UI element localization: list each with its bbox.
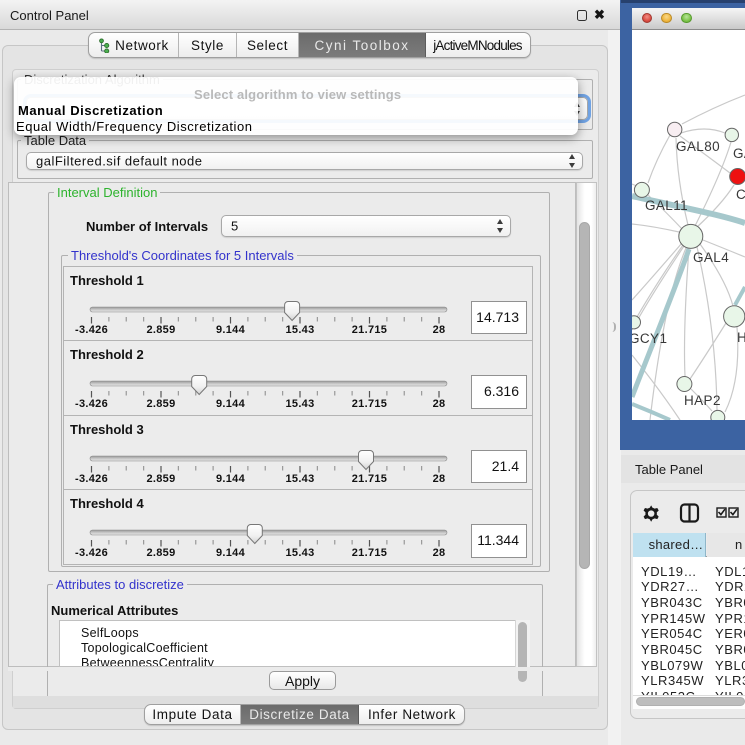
svg-text:21.715: 21.715	[352, 398, 387, 410]
svg-text:9.144: 9.144	[216, 473, 246, 485]
svg-text:-3.426: -3.426	[75, 473, 108, 485]
svg-text:21.715: 21.715	[352, 547, 387, 559]
svg-text:9.144: 9.144	[216, 398, 246, 410]
svg-text:9.144: 9.144	[216, 324, 246, 336]
svg-text:C: C	[736, 187, 745, 202]
svg-text:28: 28	[433, 398, 446, 410]
svg-text:GAL80: GAL80	[676, 139, 720, 154]
svg-text:15.43: 15.43	[285, 473, 314, 485]
svg-text:9.144: 9.144	[216, 547, 246, 559]
svg-text:2.859: 2.859	[146, 324, 175, 336]
svg-text:15.43: 15.43	[285, 324, 314, 336]
svg-text:21.715: 21.715	[352, 473, 387, 485]
svg-text:2.859: 2.859	[146, 473, 175, 485]
svg-text:GA: GA	[733, 146, 745, 161]
svg-text:GCY1: GCY1	[632, 331, 667, 346]
svg-text:-3.426: -3.426	[75, 398, 108, 410]
svg-text:HAP2: HAP2	[684, 393, 721, 408]
svg-text:21.715: 21.715	[352, 324, 387, 336]
svg-text:-3.426: -3.426	[75, 324, 108, 336]
svg-text:GAL4: GAL4	[693, 250, 729, 265]
svg-text:2.859: 2.859	[146, 398, 175, 410]
svg-text:28: 28	[433, 324, 446, 336]
svg-text:15.43: 15.43	[285, 547, 314, 559]
svg-text:2.859: 2.859	[146, 547, 175, 559]
svg-text:GAL11: GAL11	[645, 198, 688, 213]
svg-text:28: 28	[433, 547, 446, 559]
svg-text:H: H	[737, 330, 745, 345]
svg-text:28: 28	[433, 473, 446, 485]
svg-text:-3.426: -3.426	[75, 547, 108, 559]
svg-text:15.43: 15.43	[285, 398, 314, 410]
